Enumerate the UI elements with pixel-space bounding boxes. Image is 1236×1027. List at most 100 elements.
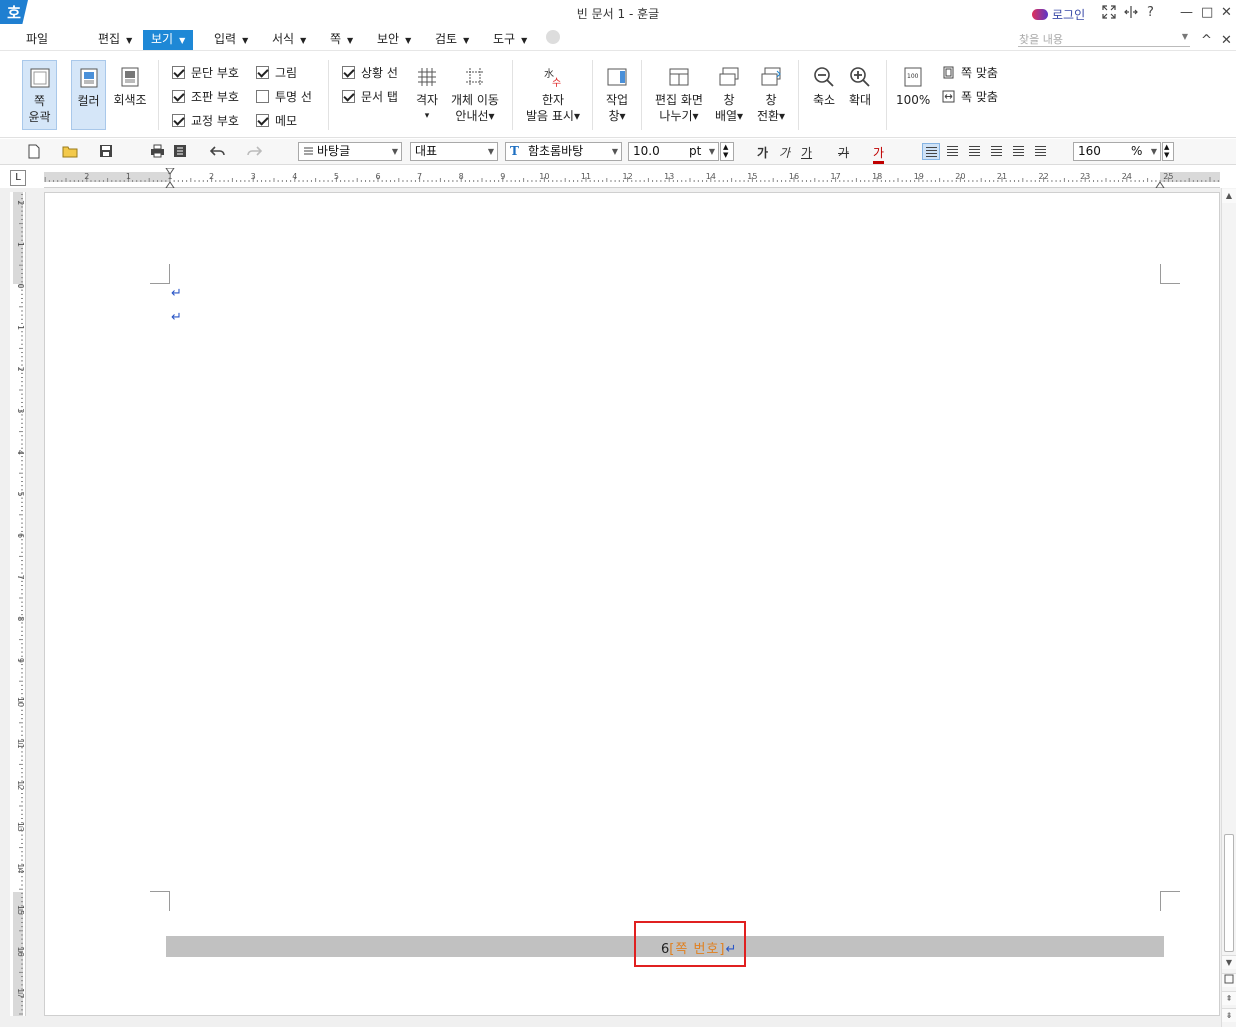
arrange-windows-button[interactable]: 창 배열▾ (712, 66, 746, 124)
align-distribute-button[interactable] (1010, 143, 1028, 160)
hanja-pronunciation-button[interactable]: 水수 한자 발음 표시▾ (524, 66, 582, 124)
undo-icon[interactable] (209, 144, 226, 161)
italic-button[interactable]: 가 (779, 144, 790, 161)
hanja-icon: 水수 (544, 68, 561, 88)
ruler-label: 21 (997, 172, 1007, 181)
menu-file[interactable]: 파일 (26, 30, 48, 50)
color-view-button[interactable]: 컬러 (71, 60, 106, 130)
strikethrough-button[interactable]: 가 (838, 144, 849, 161)
work-pane-button[interactable]: 작업 창▾ (602, 66, 632, 124)
svg-text:수: 수 (552, 77, 561, 88)
ruler-label: 20 (955, 172, 965, 181)
prev-page-button[interactable]: ⇞ (1222, 991, 1236, 1005)
page-outline-button[interactable]: 쪽 윤곽 (22, 60, 57, 130)
menu-security[interactable]: 보안 ▼ (377, 30, 411, 50)
ruler-label: 2 (84, 172, 89, 181)
preview-icon[interactable] (173, 144, 187, 161)
grayscale-view-button[interactable]: 회색조 (112, 66, 148, 108)
horizontal-ruler[interactable]: 2 1 1 2 3 4 5 6 7 8 9 10 11 12 13 14 15 16 17 18 19 20 21 22 23 2… (44, 167, 1220, 189)
ruler-label: 1 (126, 172, 131, 181)
split-icon[interactable] (1124, 5, 1138, 23)
language-select[interactable]: 대표 ▼ (410, 142, 498, 161)
new-document-icon[interactable] (27, 144, 41, 162)
print-icon[interactable] (150, 144, 165, 161)
search-input[interactable]: 찾을 내용 ▼ (1018, 31, 1190, 47)
align-justify-button[interactable] (922, 143, 940, 160)
ruler-label: 7 (417, 172, 422, 181)
align-left-button[interactable] (944, 143, 962, 160)
font-size-input[interactable]: 10.0 pt ▼ (628, 142, 719, 161)
check-proof-marks[interactable]: 교정 부호 (172, 112, 239, 129)
zoom-input[interactable]: 160 % ▼ (1073, 142, 1161, 161)
ruler-label: 14 (16, 863, 25, 873)
check-memo[interactable]: 메모 (256, 112, 297, 129)
align-center-button[interactable] (966, 143, 984, 160)
style-select[interactable]: 바탕글 ▼ (298, 142, 402, 161)
font-select[interactable]: T 함초롬바탕 ▼ (505, 142, 622, 161)
menu-review[interactable]: 검토 ▼ (435, 30, 469, 50)
menu-edit[interactable]: 편집 ▼ (98, 30, 132, 50)
menu-page[interactable]: 쪽 ▼ (330, 30, 353, 50)
checkbox-icon (342, 90, 355, 103)
split-view-button[interactable]: 편집 화면 나누기▾ (652, 66, 706, 124)
close-document-icon[interactable]: ✕ (1221, 33, 1232, 48)
fit-width-icon (942, 90, 955, 103)
save-icon[interactable] (99, 144, 113, 161)
account-sync-icon[interactable] (546, 30, 560, 44)
document-page[interactable] (44, 192, 1220, 1016)
restore-icon[interactable]: □ (1201, 5, 1213, 20)
check-transparent-lines[interactable]: 투명 선 (256, 88, 312, 105)
menu-insert[interactable]: 입력 ▼ (214, 30, 248, 50)
vertical-scrollbar[interactable]: ▲ ▼ ⇞ ⇟ (1221, 188, 1236, 1027)
ribbon-separator (328, 60, 329, 130)
bold-button[interactable]: 가 (757, 144, 768, 161)
font-size-spinner[interactable]: ▲ ▼ (720, 142, 734, 161)
fit-page-button[interactable]: 쪽 맞춤 (942, 64, 998, 81)
object-move-guide-button[interactable]: 개체 이동 안내선▾ (448, 66, 502, 124)
collapse-ribbon-icon[interactable]: ^ (1201, 33, 1212, 48)
minimize-icon[interactable]: — (1180, 5, 1193, 20)
fit-page-icon (943, 66, 954, 79)
vertical-ruler[interactable]: 2 1 0 1 2 3 4 5 6 7 8 9 10 11 12 13 14 15 16 17 (10, 192, 26, 1016)
scrollbar-thumb[interactable] (1224, 834, 1234, 952)
switch-window-icon (761, 67, 781, 86)
close-icon[interactable]: ✕ (1221, 5, 1232, 20)
zoom-out-button[interactable]: 축소 (808, 66, 840, 108)
menu-format[interactable]: 서식 ▼ (272, 30, 306, 50)
ribbon-separator (886, 60, 887, 130)
ruler-label: 6 (16, 533, 25, 538)
menu-view[interactable]: 보기 ▼ (143, 30, 194, 50)
check-document-tabs[interactable]: 문서 탭 (342, 88, 398, 105)
align-divide-button[interactable] (1032, 143, 1050, 160)
next-page-button[interactable]: ⇟ (1222, 1008, 1236, 1022)
zoom-100-button[interactable]: 100 100% (896, 66, 930, 108)
underline-button[interactable]: 가 (801, 144, 812, 161)
fullscreen-icon[interactable] (1102, 5, 1116, 23)
grid-button[interactable]: 격자 ▾ (412, 66, 442, 124)
ruler-label: 4 (292, 172, 297, 181)
help-icon[interactable]: ? (1147, 5, 1154, 20)
check-status-lines[interactable]: 상황 선 (342, 64, 398, 81)
ribbon: 쪽 윤곽 컬러 회색조 문단 부호 조판 부호 교정 부호 그림 투명 선 메모… (0, 52, 1236, 138)
open-folder-icon[interactable] (62, 144, 78, 161)
check-layout-marks[interactable]: 조판 부호 (172, 88, 239, 105)
check-pictures[interactable]: 그림 (256, 64, 297, 81)
tab-type-selector[interactable]: L (10, 170, 26, 186)
login-button[interactable]: 로그인 (1032, 6, 1085, 23)
ruler-label: 5 (334, 172, 339, 181)
align-right-button[interactable] (988, 143, 1006, 160)
menu-tools[interactable]: 도구 ▼ (493, 30, 527, 50)
fit-width-button[interactable]: 폭 맞춤 (942, 88, 998, 105)
scroll-down-button[interactable]: ▼ (1222, 955, 1236, 969)
zoom-spinner[interactable]: ▲ ▼ (1162, 142, 1174, 161)
font-color-button[interactable]: 가 (873, 144, 885, 164)
switch-window-button[interactable]: 창 전환▾ (754, 66, 788, 124)
ruler-label: 6 (375, 172, 380, 181)
paragraph-mark: ↵ (171, 310, 182, 325)
zoom-in-button[interactable]: 확대 (844, 66, 876, 108)
ruler-top-margin (13, 192, 23, 284)
page-view-icon[interactable] (1222, 973, 1236, 987)
redo-icon[interactable] (246, 144, 263, 161)
check-paragraph-marks[interactable]: 문단 부호 (172, 64, 239, 81)
scroll-up-button[interactable]: ▲ (1222, 189, 1236, 203)
